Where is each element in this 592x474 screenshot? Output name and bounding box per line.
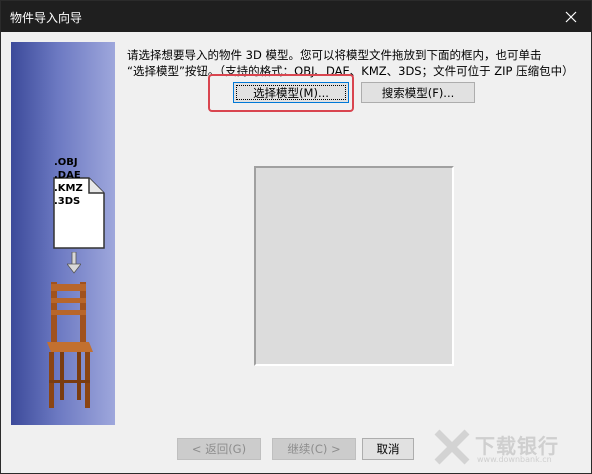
arrow-down-icon: [67, 252, 81, 274]
close-icon: [565, 11, 577, 22]
wizard-side-panel: [11, 42, 115, 425]
back-button[interactable]: < 返回(G): [177, 438, 261, 460]
watermark-url: www.downbank.cn: [477, 455, 552, 464]
watermark-logo-icon: [434, 429, 470, 465]
highlight-box: [208, 74, 354, 112]
import-wizard-window: 物件导入向导 .OBJ .DAE .KMZ .3DS 请选择想要导入的物件 3D…: [0, 0, 592, 474]
search-model-button[interactable]: 搜索模型(F)...: [361, 82, 475, 103]
search-model-label: 搜索模型(F)...: [381, 85, 455, 100]
file-type-obj: .OBJ: [54, 157, 78, 168]
chair-icon: [47, 282, 93, 408]
cancel-button[interactable]: 取消: [362, 438, 414, 460]
watermark: 下载银行 www.downbank.cn: [431, 426, 591, 471]
close-button[interactable]: [551, 1, 591, 32]
instruction-text: 请选择想要导入的物件 3D 模型。您可以将模型文件拖放到下面的框内，也可单击 “选…: [127, 47, 583, 79]
next-label: 继续(C) >: [287, 442, 341, 456]
back-label: < 返回(G): [191, 442, 247, 456]
file-type-list: .OBJ .DAE .KMZ .3DS: [54, 156, 83, 208]
cancel-label: 取消: [376, 442, 400, 456]
window-title: 物件导入向导: [10, 11, 83, 25]
instruction-line-1: 请选择想要导入的物件 3D 模型。您可以将模型文件拖放到下面的框内，也可单击: [127, 48, 542, 62]
next-button[interactable]: 继续(C) >: [272, 438, 356, 460]
model-drop-area[interactable]: [254, 166, 454, 366]
file-type-3ds: .3DS: [54, 196, 81, 207]
file-type-dae: .DAE: [54, 170, 81, 181]
title-bar[interactable]: 物件导入向导: [1, 1, 591, 32]
instruction-line-2: “选择模型”按钮。（支持的格式：OBJ、DAE、KMZ、3DS；文件可位于 ZI…: [127, 64, 574, 78]
file-type-kmz: .KMZ: [54, 183, 83, 194]
